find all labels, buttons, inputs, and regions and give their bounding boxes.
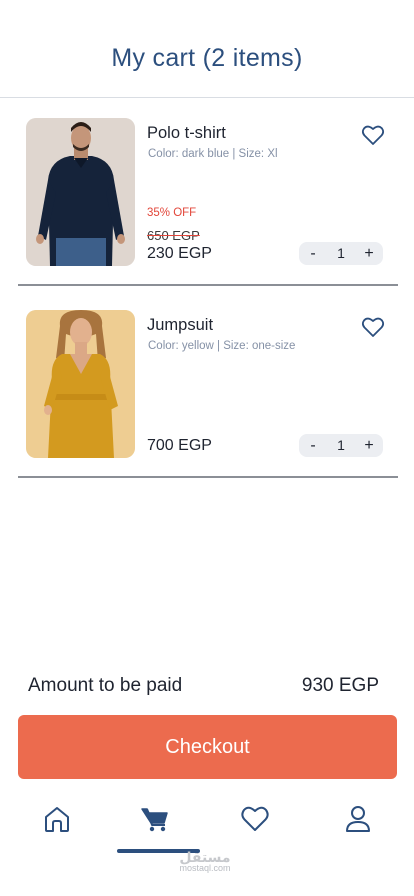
favorite-button[interactable]: [361, 316, 385, 338]
amount-total: 930 EGP: [301, 675, 379, 696]
nav-home[interactable]: [42, 804, 72, 834]
favorite-button[interactable]: [361, 124, 385, 146]
increase-quantity-button[interactable]: +: [356, 242, 382, 265]
quantity-value: 1: [337, 437, 345, 453]
heart-outline-icon: [361, 317, 385, 337]
quantity-value: 1: [337, 245, 345, 261]
cart-item: Jumpsuit Color: yellow | Size: one-size …: [18, 308, 398, 478]
product-price: 700 EGP: [147, 437, 212, 454]
quantity-stepper: - 1 +: [299, 434, 383, 457]
nav-cart[interactable]: [140, 804, 170, 834]
heart-icon: [241, 806, 269, 831]
nav-profile[interactable]: [343, 804, 373, 834]
product-name: Jumpsuit: [147, 316, 214, 334]
home-icon: [45, 807, 69, 832]
bottom-nav: [0, 796, 414, 856]
amount-label: Amount to be paid: [28, 675, 183, 696]
discount-badge: 35% OFF: [147, 207, 197, 219]
increase-quantity-button[interactable]: +: [356, 434, 382, 457]
original-price: 650 EGP: [147, 228, 200, 243]
product-attributes: Color: dark blue | Size: Xl: [148, 148, 278, 160]
product-image-jumpsuit[interactable]: [26, 310, 135, 458]
watermark-logo: مستقل: [179, 849, 231, 865]
product-image-polo[interactable]: [26, 118, 135, 266]
page-title: My cart (2 items): [111, 44, 303, 72]
checkout-button[interactable]: Checkout: [18, 715, 397, 779]
product-price: 230 EGP: [147, 245, 212, 262]
product-attributes: Color: yellow | Size: one-size: [148, 340, 296, 352]
quantity-stepper: - 1 +: [299, 242, 383, 265]
cart-item: Polo t-shirt Color: dark blue | Size: Xl…: [18, 116, 398, 286]
header: My cart (2 items): [0, 0, 414, 98]
user-icon: [346, 806, 370, 832]
cart-icon: [141, 808, 168, 832]
watermark: مستقل mostaql.com: [170, 849, 240, 874]
product-name: Polo t-shirt: [147, 124, 226, 142]
decrease-quantity-button[interactable]: -: [300, 434, 326, 457]
decrease-quantity-button[interactable]: -: [300, 242, 326, 265]
watermark-text: mostaql.com: [179, 863, 231, 873]
heart-outline-icon: [361, 125, 385, 145]
nav-favorites[interactable]: [240, 804, 270, 834]
